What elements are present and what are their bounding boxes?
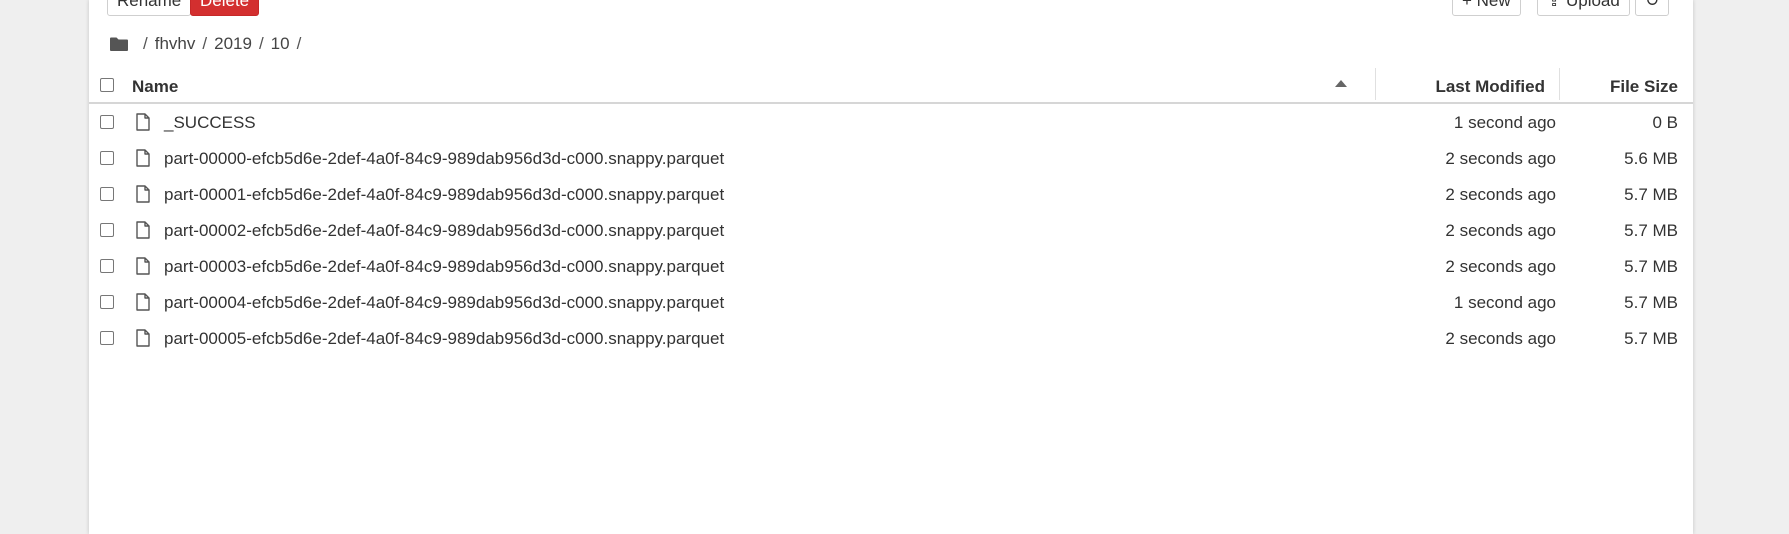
file-name[interactable]: part-00005-efcb5d6e-2def-4a0f-84c9-989da… xyxy=(164,329,724,349)
table-row[interactable]: part-00001-efcb5d6e-2def-4a0f-84c9-989da… xyxy=(89,176,1693,212)
row-checkbox[interactable] xyxy=(100,259,114,273)
file-browser-panel: Rename Delete + New ⇪ Upload ↻ / fhvhv /… xyxy=(89,0,1693,534)
column-divider[interactable] xyxy=(1559,68,1560,100)
table-row[interactable]: part-00002-efcb5d6e-2def-4a0f-84c9-989da… xyxy=(89,212,1693,248)
last-modified-value: 2 seconds ago xyxy=(1445,329,1556,348)
column-header-file-size[interactable]: File Size xyxy=(1610,77,1678,97)
file-size-value: 0 B xyxy=(1652,113,1678,132)
file-size-value: 5.7 MB xyxy=(1624,221,1678,240)
breadcrumb-item-10[interactable]: 10 xyxy=(271,34,290,54)
file-name[interactable]: part-00000-efcb5d6e-2def-4a0f-84c9-989da… xyxy=(164,149,724,169)
breadcrumb-separator: / xyxy=(296,34,302,53)
last-modified-value: 2 seconds ago xyxy=(1445,185,1556,204)
folder-icon[interactable] xyxy=(109,36,129,52)
file-size-value: 5.7 MB xyxy=(1624,185,1678,204)
table-row[interactable]: part-00004-efcb5d6e-2def-4a0f-84c9-989da… xyxy=(89,284,1693,320)
file-name[interactable]: part-00004-efcb5d6e-2def-4a0f-84c9-989da… xyxy=(164,293,724,313)
last-modified-value: 2 seconds ago xyxy=(1445,149,1556,168)
upload-button[interactable]: ⇪ Upload xyxy=(1537,0,1630,16)
file-icon xyxy=(136,113,150,131)
select-all-checkbox[interactable] xyxy=(100,78,114,92)
table-row[interactable]: part-00005-efcb5d6e-2def-4a0f-84c9-989da… xyxy=(89,320,1693,356)
file-icon xyxy=(136,257,150,275)
row-checkbox[interactable] xyxy=(100,295,114,309)
file-icon xyxy=(136,329,150,347)
file-name[interactable]: part-00002-efcb5d6e-2def-4a0f-84c9-989da… xyxy=(164,221,724,241)
row-checkbox[interactable] xyxy=(100,331,114,345)
refresh-button[interactable]: ↻ xyxy=(1635,0,1670,16)
rename-button[interactable]: Rename xyxy=(107,0,192,16)
column-divider[interactable] xyxy=(1375,68,1376,100)
file-icon xyxy=(136,293,150,311)
file-name[interactable]: part-00001-efcb5d6e-2def-4a0f-84c9-989da… xyxy=(164,185,724,205)
file-size-value: 5.7 MB xyxy=(1624,293,1678,312)
file-icon xyxy=(136,149,150,167)
file-size-value: 5.7 MB xyxy=(1624,329,1678,348)
last-modified-value: 1 second ago xyxy=(1453,113,1556,132)
file-size-value: 5.7 MB xyxy=(1624,257,1678,276)
last-modified-value: 2 seconds ago xyxy=(1445,257,1556,276)
row-checkbox[interactable] xyxy=(100,115,114,129)
file-size-value: 5.6 MB xyxy=(1624,149,1678,168)
breadcrumb-item-2019[interactable]: 2019 xyxy=(214,34,252,54)
file-name[interactable]: _SUCCESS xyxy=(164,113,256,133)
sort-ascending-icon[interactable] xyxy=(1335,80,1347,87)
table-row[interactable]: part-00003-efcb5d6e-2def-4a0f-84c9-989da… xyxy=(89,248,1693,284)
file-icon xyxy=(136,185,150,203)
breadcrumb-separator: / xyxy=(202,34,208,53)
row-checkbox[interactable] xyxy=(100,187,114,201)
delete-button[interactable]: Delete xyxy=(190,0,260,16)
table-header: Name Last Modified File Size xyxy=(89,68,1693,104)
file-name[interactable]: part-00003-efcb5d6e-2def-4a0f-84c9-989da… xyxy=(164,257,724,277)
column-header-last-modified[interactable]: Last Modified xyxy=(1435,77,1545,97)
table-row[interactable]: _SUCCESS 1 second ago 0 B xyxy=(89,104,1693,140)
breadcrumb-separator: / xyxy=(143,34,148,53)
file-icon xyxy=(136,221,150,239)
breadcrumb: / fhvhv / 2019 / 10 / xyxy=(109,30,308,58)
row-checkbox[interactable] xyxy=(100,151,114,165)
last-modified-value: 1 second ago xyxy=(1453,293,1556,312)
new-button[interactable]: + New xyxy=(1452,0,1521,16)
breadcrumb-item-fhvhv[interactable]: fhvhv xyxy=(155,34,196,54)
table-row[interactable]: part-00000-efcb5d6e-2def-4a0f-84c9-989da… xyxy=(89,140,1693,176)
row-checkbox[interactable] xyxy=(100,223,114,237)
breadcrumb-separator: / xyxy=(258,34,264,53)
file-table: Name Last Modified File Size _SUCCESS 1 … xyxy=(89,68,1693,356)
last-modified-value: 2 seconds ago xyxy=(1445,221,1556,240)
column-header-name[interactable]: Name xyxy=(132,77,178,97)
